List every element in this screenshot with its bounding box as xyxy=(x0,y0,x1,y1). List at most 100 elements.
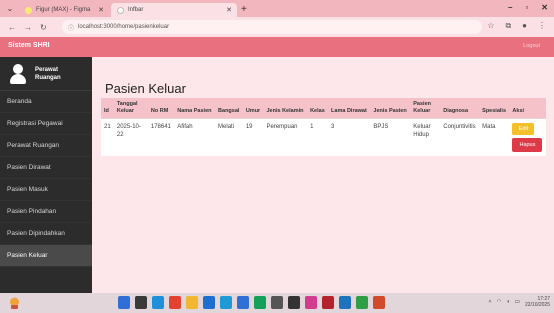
user-role: Perawat Ruangan xyxy=(35,66,61,82)
back-icon[interactable]: ← xyxy=(8,23,16,32)
os-taskbar: ˄ ◠ ◖ ▭ 17:27 22/10/2025 xyxy=(0,293,554,313)
sidebar-item-perawat-ruangan[interactable]: Perawat Ruangan xyxy=(0,135,92,157)
taskbar-app-icon[interactable] xyxy=(203,296,215,309)
taskbar-app-icon[interactable] xyxy=(271,296,283,309)
battery-icon[interactable]: ▭ xyxy=(515,299,520,305)
taskbar-app-icon[interactable] xyxy=(186,296,198,309)
weather-widget-icon[interactable] xyxy=(8,296,21,310)
sidebar-item-beranda[interactable]: Beranda xyxy=(0,91,92,113)
col-header: Tanggal Keluar xyxy=(116,101,138,114)
sidebar-item-registrasi-pegawai[interactable]: Registrasi Pegawai xyxy=(0,113,92,135)
extensions-icon[interactable]: ⧉ xyxy=(505,21,511,31)
url-text: localhost:3000/home/pasienkeluar xyxy=(78,24,170,30)
hapus-button[interactable]: Hapus xyxy=(512,138,543,152)
taskbar-app-icon[interactable] xyxy=(118,296,130,309)
taskbar-app-icon[interactable] xyxy=(152,296,164,309)
cell-pasien-keluar: Keluar Hidup xyxy=(410,118,441,156)
bookmark-star-icon[interactable]: ☆ xyxy=(487,21,494,31)
cell-jenis-kelamin: Perempuan xyxy=(263,118,308,156)
page-title: Pasien Keluar xyxy=(105,81,186,96)
tab-title: Figur (MAX) - Figma xyxy=(36,7,91,13)
cell-tanggal: 2025-10-22 xyxy=(113,118,148,156)
cell-nama: Afifah xyxy=(174,118,216,156)
patients-table: Id Tanggal Keluar No RM Nama Pasien Bang… xyxy=(101,98,546,156)
cell-aksi: Edit Hapus xyxy=(509,118,546,156)
system-tray: ˄ ◠ ◖ ▭ 17:27 22/10/2025 xyxy=(488,296,550,308)
taskbar-app-icon[interactable] xyxy=(356,296,368,309)
edit-button[interactable]: Edit xyxy=(512,123,535,135)
table-row: 21 2025-10-22 178641 Afifah Melati 19 Pe… xyxy=(101,118,546,156)
taskbar-app-icon[interactable] xyxy=(339,296,351,309)
close-tab-icon[interactable]: ✕ xyxy=(226,6,232,14)
cell-spesialis: Mata xyxy=(479,118,510,156)
col-header: Diagnosa xyxy=(443,108,469,114)
close-tab-icon[interactable]: ✕ xyxy=(98,6,104,14)
system-clock[interactable]: 17:27 22/10/2025 xyxy=(525,296,550,308)
taskbar-app-icon[interactable] xyxy=(220,296,232,309)
col-header: Id xyxy=(104,108,109,114)
col-header: Jenis Pasien xyxy=(373,108,407,114)
col-header: Spesialis xyxy=(482,108,507,114)
window-controls: – ▫ ✕ xyxy=(508,3,548,12)
tab-title: Infbar xyxy=(128,7,144,13)
url-field[interactable]: ⓘ localhost:3000/home/pasienkeluar xyxy=(62,20,482,34)
taskbar-app-icon[interactable] xyxy=(237,296,249,309)
tab-menu-icon[interactable]: ⌄ xyxy=(3,1,17,15)
brand-title[interactable]: Sistem SHRI xyxy=(8,42,50,49)
cell-kelas: 1 xyxy=(307,118,329,156)
sidebar: Perawat Ruangan Beranda Registrasi Pegaw… xyxy=(0,57,92,293)
taskbar-app-icon[interactable] xyxy=(322,296,334,309)
sidebar-item-pasien-masuk[interactable]: Pasien Masuk xyxy=(0,179,92,201)
cell-umur: 19 xyxy=(242,118,264,156)
maximize-icon[interactable]: ▫ xyxy=(525,3,528,12)
taskbar-app-icon[interactable] xyxy=(305,296,317,309)
col-header: Pasien Keluar xyxy=(413,101,431,114)
logout-link[interactable]: Logout xyxy=(523,43,540,49)
sidebar-item-pasien-dirawat[interactable]: Pasien Dirawat xyxy=(0,157,92,179)
wifi-icon[interactable]: ◠ xyxy=(497,299,502,305)
taskbar-app-icon[interactable] xyxy=(254,296,266,309)
address-bar-row: ← → ↻ ⓘ localhost:3000/home/pasienkeluar… xyxy=(0,17,554,37)
taskbar-apps xyxy=(118,296,385,309)
close-window-icon[interactable]: ✕ xyxy=(541,3,548,12)
minimize-icon[interactable]: – xyxy=(508,3,512,12)
more-menu-icon[interactable]: ⋮ xyxy=(538,21,546,31)
sidebar-item-pasien-dipindahkan[interactable]: Pasien Dipindahkan xyxy=(0,223,92,245)
user-avatar-icon xyxy=(10,63,26,84)
col-header: Aksi xyxy=(512,108,525,114)
reload-icon[interactable]: ↻ xyxy=(40,23,47,32)
col-header: Umur xyxy=(245,108,261,114)
sidebar-item-pasien-pindahan[interactable]: Pasien Pindahan xyxy=(0,201,92,223)
taskbar-app-icon[interactable] xyxy=(373,296,385,309)
col-header: Kelas xyxy=(310,108,325,114)
site-info-icon[interactable]: ⓘ xyxy=(68,23,74,32)
forward-icon[interactable]: → xyxy=(24,23,32,32)
new-tab-icon[interactable]: + xyxy=(241,4,247,15)
col-header: Lama Dirawat xyxy=(331,108,367,114)
volume-icon[interactable]: ◖ xyxy=(506,299,509,305)
role-line-2: Ruangan xyxy=(35,74,61,81)
taskbar-app-icon[interactable] xyxy=(169,296,181,309)
col-header: Jenis Kelamin xyxy=(266,108,304,114)
patients-table-container: Id Tanggal Keluar No RM Nama Pasien Bang… xyxy=(101,98,546,156)
taskbar-app-icon[interactable] xyxy=(135,296,147,309)
browser-tabbar: ⌄ Figur (MAX) - Figma ✕ Infbar ✕ + – ▫ ✕ xyxy=(0,0,554,17)
col-header: Bangsal xyxy=(218,108,240,114)
browser-tab-active[interactable]: Infbar ✕ xyxy=(111,3,237,17)
cell-id: 21 xyxy=(101,118,114,156)
taskbar-app-icon[interactable] xyxy=(288,296,300,309)
cell-bangsal: Melati xyxy=(215,118,243,156)
cell-no-rm: 178641 xyxy=(147,118,175,156)
figma-favicon-icon xyxy=(25,6,32,14)
cell-diagnosa: Conjuntivitis xyxy=(440,118,480,156)
profile-icon[interactable]: ● xyxy=(522,21,527,31)
sidebar-item-pasien-keluar[interactable]: Pasien Keluar xyxy=(0,245,92,267)
col-header: No RM xyxy=(150,108,169,114)
browser-tab[interactable]: Figur (MAX) - Figma ✕ xyxy=(19,3,109,17)
page-favicon-icon xyxy=(117,6,124,14)
user-profile: Perawat Ruangan xyxy=(0,57,92,91)
main-content: Pasien Keluar Id Tanggal Keluar No RM Na… xyxy=(92,57,554,293)
cell-lama-dirawat: 3 xyxy=(328,118,371,156)
tray-chevron-icon[interactable]: ˄ xyxy=(488,299,491,305)
col-header: Nama Pasien xyxy=(177,108,212,114)
